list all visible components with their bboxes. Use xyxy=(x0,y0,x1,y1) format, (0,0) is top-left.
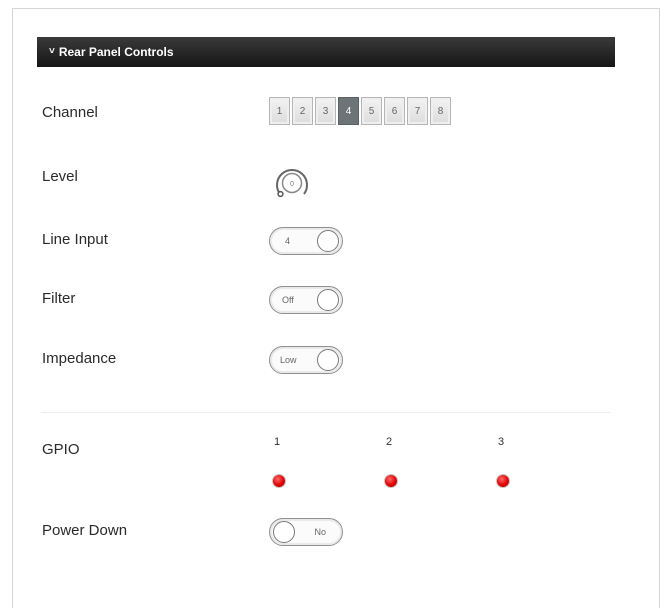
channel-label: Channel xyxy=(42,104,98,121)
channel-button-7[interactable]: 7 xyxy=(407,97,428,125)
level-label: Level xyxy=(42,168,78,185)
impedance-label: Impedance xyxy=(42,350,117,367)
power-down-value: No xyxy=(314,527,326,537)
impedance-toggle[interactable]: Low xyxy=(269,346,343,374)
channel-button-6[interactable]: 6 xyxy=(384,97,405,125)
channel-button-3[interactable]: 3 xyxy=(315,97,336,125)
toggle-thumb xyxy=(317,289,339,311)
channel-button-5[interactable]: 5 xyxy=(361,97,382,125)
filter-value: Off xyxy=(282,295,294,305)
line-input-value: 4 xyxy=(285,236,291,246)
channel-button-4[interactable]: 4 xyxy=(338,97,359,125)
level-value: 0 xyxy=(290,181,294,188)
section-header[interactable]: ˅ Rear Panel Controls xyxy=(37,37,615,67)
filter-label: Filter xyxy=(42,290,76,307)
channel-button-2[interactable]: 2 xyxy=(292,97,313,125)
gpio-2-led-icon xyxy=(385,475,397,487)
gpio-1-led-icon xyxy=(273,475,285,487)
filter-toggle[interactable]: Off xyxy=(269,286,343,314)
gpio-port-3-label: 3 xyxy=(498,436,505,448)
toggle-thumb xyxy=(273,521,295,543)
gpio-port-1-label: 1 xyxy=(274,436,281,448)
channel-button-8[interactable]: 8 xyxy=(430,97,451,125)
channel-selector: 1 2 3 4 5 6 7 8 xyxy=(269,97,451,125)
level-knob[interactable]: 0 xyxy=(269,161,315,201)
power-down-toggle[interactable]: No xyxy=(269,518,343,546)
toggle-thumb xyxy=(317,349,339,371)
section-title: Rear Panel Controls xyxy=(58,45,174,59)
impedance-value: Low xyxy=(280,355,297,365)
power-down-label: Power Down xyxy=(42,522,128,539)
gpio-port-2-label: 2 xyxy=(386,436,393,448)
rotary-knob-icon: 0 xyxy=(276,169,308,198)
line-input-toggle[interactable]: 4 xyxy=(269,227,343,255)
gpio-label: GPIO xyxy=(42,441,80,458)
gpio-3-led-icon xyxy=(497,475,509,487)
chevron-down-icon: ˅ xyxy=(49,45,55,57)
channel-button-1[interactable]: 1 xyxy=(269,97,290,125)
line-input-label: Line Input xyxy=(42,231,108,248)
toggle-thumb xyxy=(317,230,339,252)
section-divider xyxy=(41,412,610,413)
